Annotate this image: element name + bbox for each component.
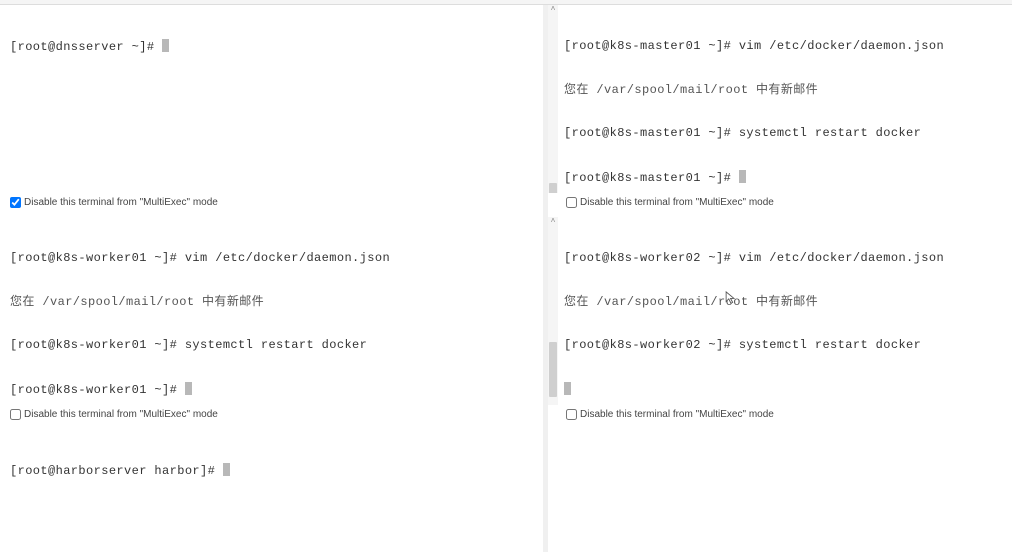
terminal-line: 您在 /var/spool/mail/root 中有新邮件 — [564, 295, 1002, 310]
pane-harborserver[interactable]: [root@harborserver harbor]# — [0, 429, 543, 552]
checkbox-icon[interactable] — [10, 197, 21, 208]
terminal-harborserver[interactable]: [root@harborserver harbor]# — [0, 429, 543, 510]
terminal-k8s-worker01[interactable]: [root@k8s-worker01 ~]# vim /etc/docker/d… — [0, 217, 543, 427]
terminal-line: [root@k8s-worker01 ~]# systemctl restart… — [10, 338, 533, 353]
pane-k8s-master01[interactable]: ˄ ˅ [root@k8s-master01 ~]# vim /etc/dock… — [548, 5, 1012, 215]
scroll-up-icon[interactable]: ˄ — [551, 217, 556, 227]
terminal-line: 您在 /var/spool/mail/root 中有新邮件 — [10, 295, 533, 310]
text-cursor — [185, 382, 192, 395]
scroll-track[interactable] — [549, 227, 557, 417]
terminal-line: [root@k8s-worker02 ~]# systemctl restart… — [564, 338, 1002, 353]
pane-k8s-worker02[interactable]: ˄ ˅ [root@k8s-worker02 ~]# vim /etc/dock… — [548, 217, 1012, 427]
text-cursor — [162, 39, 169, 52]
text-cursor — [739, 170, 746, 183]
pane-footer: Disable this terminal from "MultiExec" m… — [548, 193, 1012, 215]
disable-multiexec-checkbox[interactable]: Disable this terminal from "MultiExec" m… — [10, 409, 218, 420]
terminal-line: [root@k8s-master01 ~]# vim /etc/docker/d… — [564, 39, 1002, 54]
terminal-line: [root@k8s-worker01 ~]# vim /etc/docker/d… — [10, 251, 533, 266]
prompt-text: [root@dnsserver ~]# — [10, 40, 162, 54]
checkbox-icon[interactable] — [10, 409, 21, 420]
checkbox-label: Disable this terminal from "MultiExec" m… — [580, 409, 774, 420]
checkbox-icon[interactable] — [566, 197, 577, 208]
pane-footer: Disable this terminal from "MultiExec" m… — [548, 405, 1012, 427]
terminal-k8s-worker02[interactable]: [root@k8s-worker02 ~]# vim /etc/docker/d… — [548, 217, 1012, 427]
terminal-line: 您在 /var/spool/mail/root 中有新邮件 — [564, 83, 1002, 98]
disable-multiexec-checkbox[interactable]: Disable this terminal from "MultiExec" m… — [566, 197, 774, 208]
checkbox-label: Disable this terminal from "MultiExec" m… — [24, 197, 218, 208]
terminal-line: [root@k8s-worker02 ~]# vim /etc/docker/d… — [564, 251, 1002, 266]
prompt-text: [root@k8s-master01 ~]# — [564, 171, 739, 185]
scrollbar-vertical[interactable]: ˄ ˅ — [548, 217, 558, 427]
checkbox-label: Disable this terminal from "MultiExec" m… — [580, 197, 774, 208]
pane-k8s-worker01[interactable]: [root@k8s-worker01 ~]# vim /etc/docker/d… — [0, 217, 543, 427]
text-cursor — [223, 463, 230, 476]
disable-multiexec-checkbox[interactable]: Disable this terminal from "MultiExec" m… — [566, 409, 774, 420]
prompt-text: [root@harborserver harbor]# — [10, 464, 223, 478]
pane-dnsserver[interactable]: [root@dnsserver ~]# Disable this termina… — [0, 5, 543, 215]
pane-footer: Disable this terminal from "MultiExec" m… — [0, 405, 543, 427]
scroll-up-icon[interactable]: ˄ — [551, 5, 556, 15]
checkbox-label: Disable this terminal from "MultiExec" m… — [24, 409, 218, 420]
prompt-text: [root@k8s-worker01 ~]# — [10, 383, 185, 397]
disable-multiexec-checkbox[interactable]: Disable this terminal from "MultiExec" m… — [10, 197, 218, 208]
terminal-line: [root@k8s-master01 ~]# systemctl restart… — [564, 126, 1002, 141]
terminal-k8s-master01[interactable]: [root@k8s-master01 ~]# vim /etc/docker/d… — [548, 5, 1012, 215]
terminal-dnsserver[interactable]: [root@dnsserver ~]# — [0, 5, 543, 86]
pane-footer: Disable this terminal from "MultiExec" m… — [0, 193, 543, 215]
checkbox-icon[interactable] — [566, 409, 577, 420]
text-cursor — [564, 382, 571, 395]
scroll-thumb[interactable] — [549, 342, 557, 397]
scrollbar-vertical[interactable]: ˄ ˅ — [548, 5, 558, 215]
